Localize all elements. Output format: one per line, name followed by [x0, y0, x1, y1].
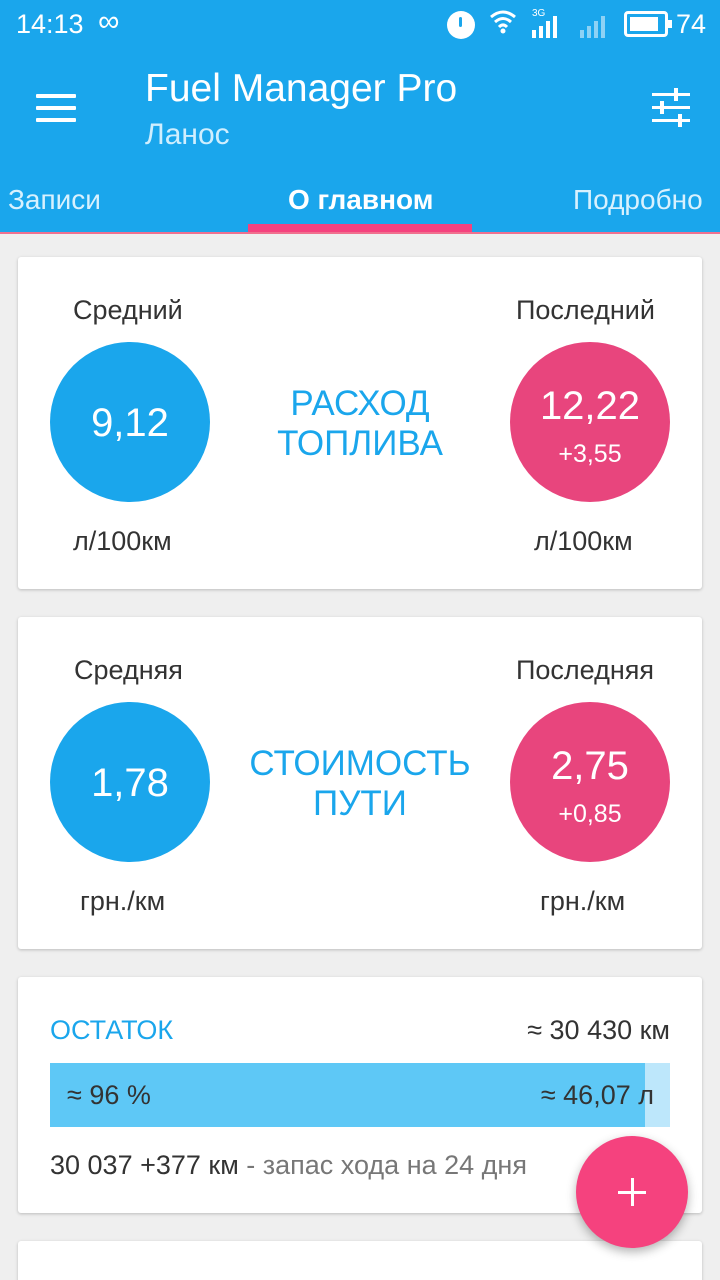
app-bar-divider — [0, 232, 720, 234]
wifi-icon — [488, 6, 518, 43]
last-cost-circle: 2,75 +0,85 — [510, 702, 670, 862]
fuel-level-bar: ≈ 96 % ≈ 46,07 л — [50, 1063, 670, 1127]
tab-details[interactable]: Подробно — [573, 184, 703, 216]
infinity-icon: ∞ — [98, 5, 120, 38]
last-consumption-unit: л/100км — [534, 526, 633, 556]
last-consumption-delta: +3,55 — [558, 440, 622, 468]
tune-icon[interactable] — [652, 88, 692, 128]
odometer-line: 30 037 +377 км - запас хода на 24 дня — [50, 1150, 527, 1181]
last-consumption-circle: 12,22 +3,55 — [510, 342, 670, 502]
range-text: - запас хода на 24 дня — [238, 1150, 527, 1180]
tab-indicator — [248, 224, 472, 232]
last-cost-delta: +0,85 — [558, 800, 622, 828]
fuel-level-percent: ≈ 96 % — [67, 1080, 151, 1110]
signal-icon — [532, 14, 557, 38]
consumption-title-line2: ТОПЛИВА — [277, 424, 443, 463]
avg-cost-circle: 1,78 — [50, 702, 210, 862]
avg-consumption-circle: 9,12 — [50, 342, 210, 502]
last-consumption-value: 12,22 — [539, 384, 641, 428]
consumption-title-line1: РАСХОД — [290, 384, 430, 423]
avg-consumption-label: Средний — [73, 295, 183, 325]
alarm-icon — [447, 11, 475, 39]
menu-icon[interactable] — [36, 94, 76, 126]
battery-icon — [624, 11, 672, 37]
remaining-title: ОСТАТОК — [50, 1015, 174, 1045]
cost-title: СТОИМОСТЬ ПУТИ — [230, 744, 490, 824]
tab-main[interactable]: О главном — [288, 184, 433, 216]
last-cost-label: Последняя — [516, 655, 655, 685]
cost-title-line1: СТОИМОСТЬ — [249, 744, 471, 783]
app-title: Fuel Manager Pro — [145, 67, 458, 110]
vehicle-name: Ланос — [145, 118, 230, 151]
last-consumption-label: Последний — [516, 295, 655, 325]
app-bar: Fuel Manager Pro Ланос Записи О главном … — [0, 50, 720, 234]
last-cost-value: 2,75 — [551, 744, 629, 788]
trip-cost-card[interactable]: Средняя 1,78 грн./км СТОИМОСТЬ ПУТИ Посл… — [18, 617, 702, 949]
signal-icon-secondary — [580, 14, 605, 38]
status-time: 14:13 — [16, 9, 84, 39]
battery-level: 74 — [676, 9, 707, 39]
status-bar: 14:13 ∞ 3G 74 — [0, 0, 720, 50]
remaining-km: ≈ 30 430 км — [527, 1015, 670, 1045]
tab-bar: Записи О главном Подробно — [0, 174, 720, 230]
avg-cost-value: 1,78 — [91, 761, 169, 805]
avg-consumption-value: 9,12 — [91, 401, 169, 445]
consumption-title: РАСХОД ТОПЛИВА — [230, 384, 490, 464]
avg-consumption-unit: л/100км — [73, 526, 172, 556]
avg-cost-label: Средняя — [74, 655, 183, 685]
plus-icon-vertical — [631, 1178, 634, 1206]
fuel-level-liters: ≈ 46,07 л — [540, 1080, 654, 1110]
odometer-value: 30 037 +377 км — [50, 1150, 239, 1180]
cost-title-line2: ПУТИ — [313, 784, 407, 823]
avg-cost-unit: грн./км — [80, 886, 166, 916]
tab-records[interactable]: Записи — [8, 184, 101, 216]
next-card — [18, 1241, 702, 1280]
add-record-button[interactable] — [576, 1136, 688, 1248]
last-cost-unit: грн./км — [540, 886, 626, 916]
fuel-consumption-card[interactable]: Средний 9,12 л/100км РАСХОД ТОПЛИВА Посл… — [18, 257, 702, 589]
